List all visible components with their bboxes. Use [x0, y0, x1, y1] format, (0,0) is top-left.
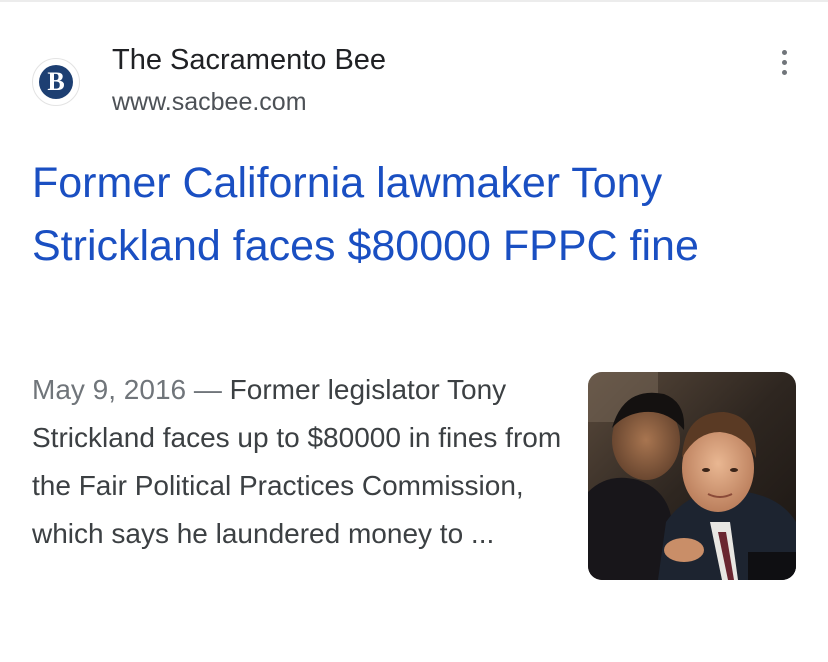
- source-row[interactable]: B The Sacramento Bee www.sacbee.com: [32, 42, 796, 122]
- result-headline-link[interactable]: Former California lawmaker Tony Strickla…: [32, 152, 802, 278]
- result-thumbnail-image[interactable]: [588, 372, 796, 580]
- more-dot: [781, 59, 787, 65]
- more-options-icon[interactable]: [772, 42, 796, 82]
- thumbnail-photo: [588, 372, 796, 580]
- snippet-separator: —: [186, 374, 230, 405]
- more-dot: [781, 69, 787, 75]
- more-dot: [781, 49, 787, 55]
- favicon-letter: B: [39, 65, 73, 99]
- source-name: The Sacramento Bee: [112, 44, 387, 76]
- snippet-date: May 9, 2016: [32, 374, 187, 405]
- result-snippet: May 9, 2016 — Former legislator Tony Str…: [32, 366, 562, 558]
- source-url: www.sacbee.com: [112, 88, 307, 116]
- site-favicon: B: [32, 58, 80, 106]
- top-divider: [0, 0, 828, 2]
